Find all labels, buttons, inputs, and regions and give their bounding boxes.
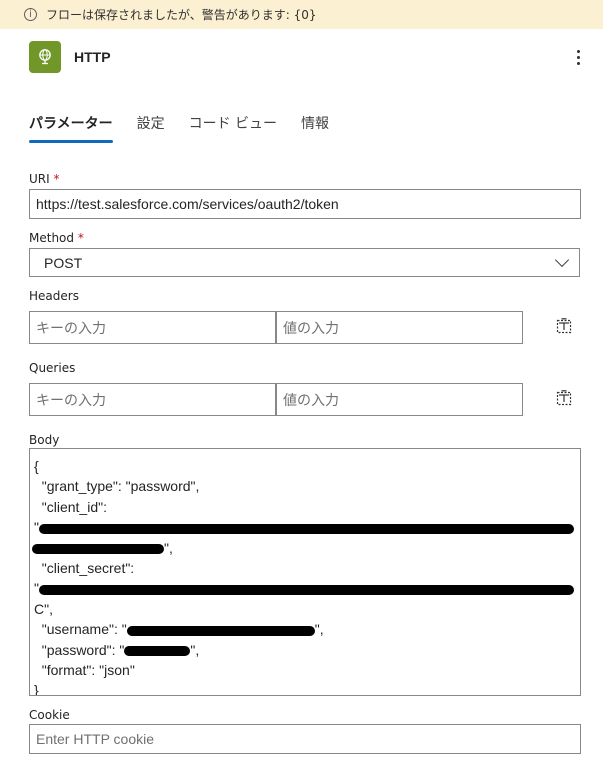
method-dropdown[interactable]: POST [29,248,580,277]
body-editor[interactable]: { "grant_type": "password", "client_id":… [29,448,581,696]
tab-code-view[interactable]: コード ビュー [189,113,277,145]
method-value: POST [44,254,83,271]
required-mark: * [53,172,60,186]
cookie-input[interactable]: Enter HTTP cookie [29,724,581,754]
redaction-mark [124,645,191,656]
http-action-icon [29,41,61,73]
tab-about[interactable]: 情報 [301,113,329,145]
dot [576,55,580,59]
queries-key-placeholder: キーの入力 [36,392,106,409]
body-line: { [34,458,39,474]
body-text: "username": " [34,621,127,638]
redaction-mark [126,625,315,636]
headers-value-placeholder: 値の入力 [283,320,339,337]
redaction-mark [38,584,574,595]
body-line: "client_id": [34,498,107,515]
uri-value: https://test.salesforce.com/services/oau… [36,196,339,212]
cookie-label: Cookie [29,708,70,722]
body-text: ", [190,641,200,658]
body-line-password: "password": " ", [34,640,576,660]
uri-label: URI * [29,172,60,186]
delete-header-icon[interactable] [555,317,573,335]
required-mark: * [77,231,84,245]
method-label-text: Method [29,231,75,245]
uri-label-text: URI [29,172,50,186]
tab-settings[interactable]: 設定 [137,113,165,145]
queries-key-input[interactable]: キーの入力 [29,383,276,416]
redaction-mark [38,523,574,534]
queries-value-input[interactable]: 値の入力 [276,383,523,416]
body-line: "client_secret": [34,560,135,577]
body-line: } [34,682,39,696]
tab-parameters[interactable]: パラメーター [29,113,113,145]
body-line: "grant_type": "password", [34,478,200,495]
delete-query-icon[interactable] [555,389,573,407]
body-line-client-id: " [34,517,576,537]
headers-label: Headers [29,289,79,303]
uri-input[interactable]: https://test.salesforce.com/services/oau… [29,189,581,219]
tab-bar: パラメーター 設定 コード ビュー 情報 [29,113,353,145]
headers-key-placeholder: キーの入力 [36,320,106,337]
body-line-client-id-cont: ", [32,538,576,558]
dot [576,61,580,65]
body-text: ", [164,539,173,556]
body-line: "format": "json" [34,662,135,679]
headers-key-input[interactable]: キーの入力 [29,311,276,344]
banner-text: フローは保存されましたが、警告があります: {0} [46,8,317,22]
globe-icon [39,49,51,65]
chevron-down-icon [554,252,570,268]
info-icon: i [24,8,37,21]
body-line: C", [34,600,53,617]
body-text: "password": " [34,641,125,658]
body-line-username: "username": " ", [34,619,576,639]
method-label: Method * [29,231,84,245]
action-title: HTTP [74,49,111,65]
redaction-mark [32,543,164,554]
headers-value-input[interactable]: 値の入力 [276,311,523,344]
body-line-client-secret: " [34,578,576,598]
more-options-button[interactable] [570,47,586,67]
warning-banner: i フローは保存されましたが、警告があります: {0} [0,0,603,29]
body-text: ", [314,621,324,638]
queries-value-placeholder: 値の入力 [283,392,339,409]
cookie-placeholder: Enter HTTP cookie [36,731,155,747]
body-label: Body [29,433,60,447]
queries-label: Queries [29,361,76,375]
dot [576,49,580,53]
